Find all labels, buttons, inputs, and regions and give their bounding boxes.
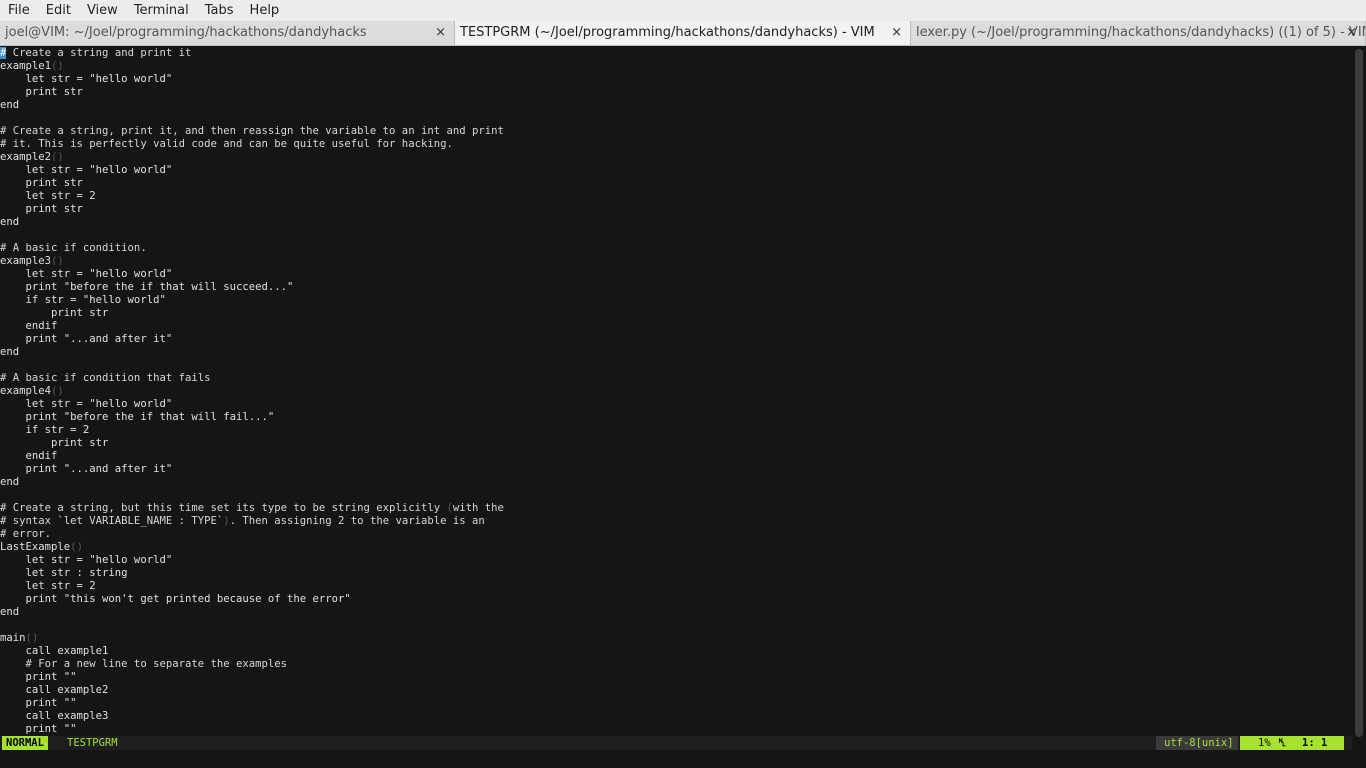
code-line: end	[0, 476, 20, 488]
menu-tabs[interactable]: Tabs	[197, 0, 242, 21]
code-line: print str	[0, 203, 83, 215]
scroll-thumb[interactable]	[1355, 49, 1363, 737]
code-text[interactable]: # Create a string and print it example1()…	[0, 47, 1352, 736]
close-icon[interactable]: ×	[435, 21, 446, 45]
menu-view[interactable]: View	[79, 0, 126, 21]
code-line: if str = "hello world"	[0, 294, 166, 306]
code-line: let str : string	[0, 567, 128, 579]
code-line: # Create a string and print it	[0, 47, 192, 59]
code-line: # Create a string, print it, and then re…	[0, 125, 504, 137]
tab-label: lexer.py (~/Joel/programming/hackathons/…	[916, 25, 1366, 40]
code-line: let str = "hello world"	[0, 268, 173, 280]
code-line: print str	[0, 86, 83, 98]
code-line: print "...and after it"	[0, 463, 173, 475]
code-line: print "...and after it"	[0, 333, 173, 345]
code-line: end	[0, 346, 20, 358]
line-number-icon: ␤	[1278, 737, 1287, 749]
code-line: # Create a string, but this time set its…	[0, 502, 504, 514]
code-line: end	[0, 606, 20, 618]
close-icon[interactable]: ×	[1346, 21, 1357, 45]
tab-testpgrm-vim[interactable]: TESTPGRM (~/Joel/programming/hackathons/…	[455, 21, 911, 45]
code-line: example4()	[0, 385, 64, 397]
scrollbar[interactable]	[1352, 47, 1366, 737]
code-line: print ""	[0, 723, 77, 735]
code-line: let str = 2	[0, 580, 96, 592]
cursor-position-block: 1% ␤ 1: 1	[1240, 736, 1344, 750]
code-line: call example3	[0, 710, 109, 722]
code-line: let str = 2	[0, 190, 96, 202]
code-line: let str = "hello world"	[0, 164, 173, 176]
code-line: let str = "hello world"	[0, 554, 173, 566]
code-line: call example1	[0, 645, 109, 657]
scroll-percent: 1%	[1258, 737, 1271, 749]
code-line: print "this won't get printed because of…	[0, 593, 351, 605]
menu-bar: File Edit View Terminal Tabs Help	[0, 0, 1366, 21]
code-line: endif	[0, 450, 58, 462]
code-line: # A basic if condition.	[0, 242, 147, 254]
code-line: # For a new line to separate the example…	[0, 658, 288, 670]
code-line: example2()	[0, 151, 64, 163]
line-column: 1: 1	[1302, 737, 1328, 749]
code-line: print ""	[0, 697, 77, 709]
code-line: main()	[0, 632, 39, 644]
code-line: if str = 2	[0, 424, 90, 436]
menu-terminal[interactable]: Terminal	[126, 0, 197, 21]
file-encoding: utf-8[unix]	[1156, 736, 1238, 750]
command-line[interactable]	[0, 750, 1366, 768]
tab-label: TESTPGRM (~/Joel/programming/hackathons/…	[460, 25, 875, 40]
tab-terminal-shell[interactable]: joel@VIM: ~/Joel/programming/hackathons/…	[0, 21, 455, 45]
code-line: # syntax `let VARIABLE_NAME : TYPE`). Th…	[0, 515, 485, 527]
menu-file[interactable]: File	[0, 0, 38, 21]
code-line: print ""	[0, 671, 77, 683]
code-line: end	[0, 99, 20, 111]
code-line: # it. This is perfectly valid code and c…	[0, 138, 453, 150]
code-line: LastExample()	[0, 541, 83, 553]
code-line: # A basic if condition that fails	[0, 372, 211, 384]
code-line: let str = "hello world"	[0, 398, 173, 410]
code-line: print "before the if that will fail..."	[0, 411, 275, 423]
code-line: example3()	[0, 255, 64, 267]
code-line: example1()	[0, 60, 64, 72]
code-line: let str = "hello world"	[0, 73, 173, 85]
menu-edit[interactable]: Edit	[38, 0, 79, 21]
tab-lexer-vim[interactable]: lexer.py (~/Joel/programming/hackathons/…	[911, 21, 1366, 45]
code-line: print str	[0, 437, 109, 449]
code-line: print str	[0, 177, 83, 189]
code-line: endif	[0, 320, 58, 332]
tab-bar: joel@VIM: ~/Joel/programming/hackathons/…	[0, 21, 1366, 46]
tab-label: joel@VIM: ~/Joel/programming/hackathons/…	[5, 25, 367, 40]
code-line: print "before the if that will succeed..…	[0, 281, 294, 293]
code-line: call example2	[0, 684, 109, 696]
code-line: print str	[0, 307, 109, 319]
code-line: end	[0, 216, 20, 228]
menu-help[interactable]: Help	[242, 0, 288, 21]
vim-statusline: NORMAL TESTPGRM utf-8[unix] 1% ␤ 1: 1	[0, 736, 1352, 750]
mode-indicator: NORMAL	[2, 736, 48, 750]
close-icon[interactable]: ×	[891, 21, 902, 45]
editor-buffer[interactable]: # Create a string and print it example1()…	[0, 47, 1352, 736]
code-line: # error.	[0, 528, 52, 540]
status-filename: TESTPGRM	[67, 737, 118, 749]
